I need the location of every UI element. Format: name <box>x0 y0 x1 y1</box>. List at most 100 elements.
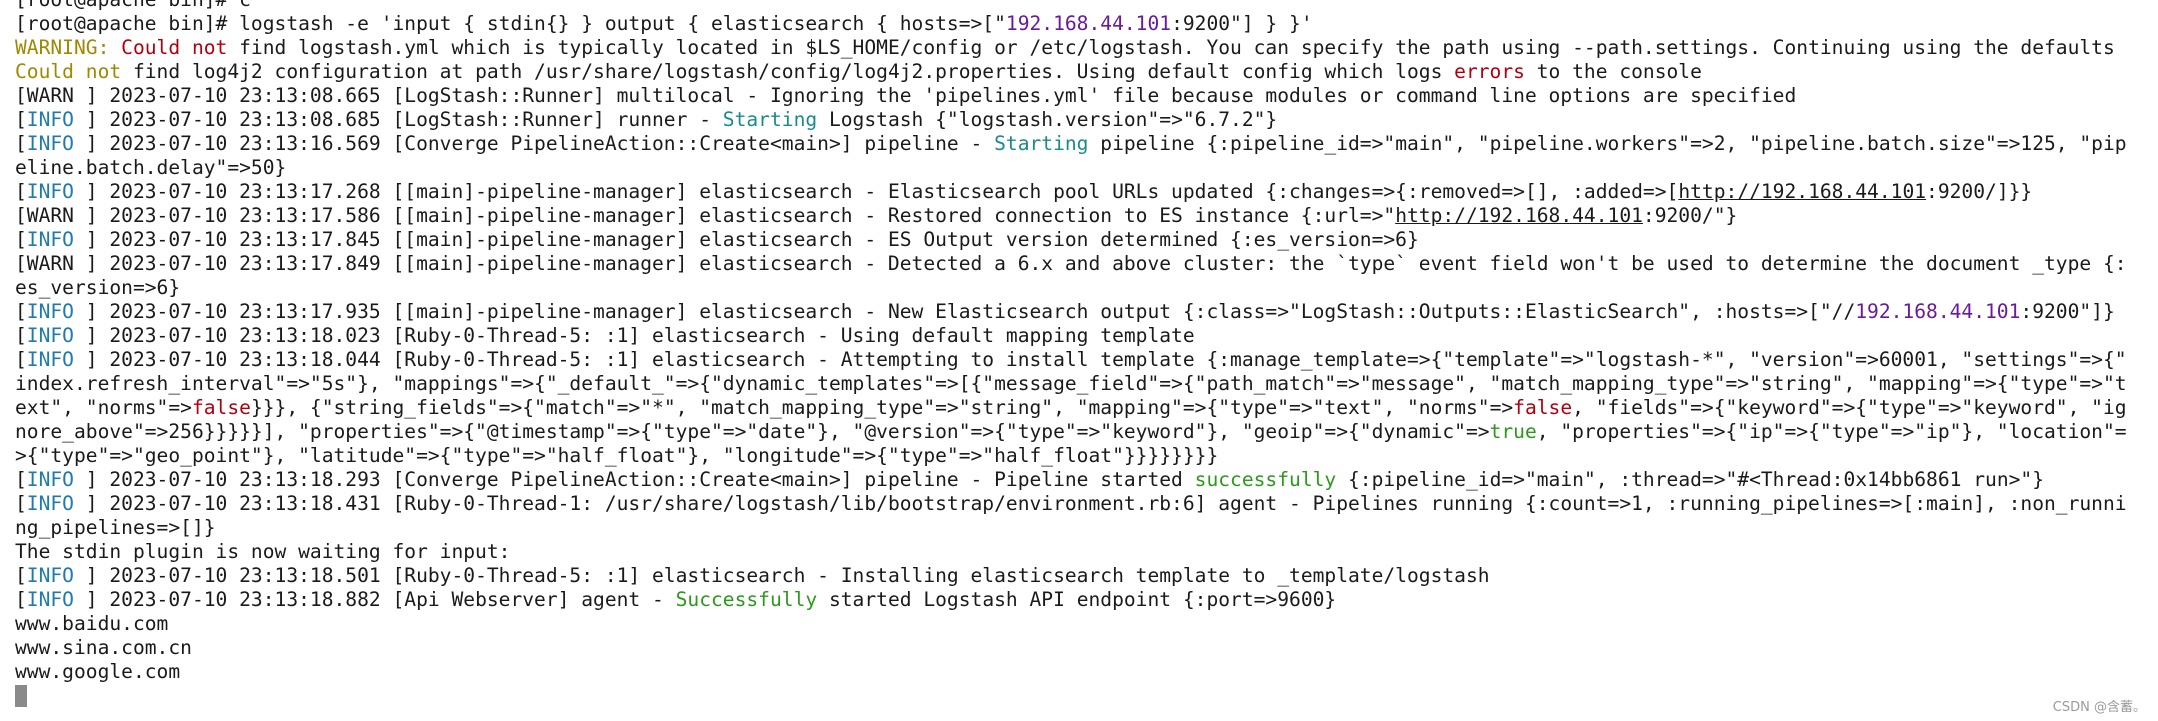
terminal-line: index.refresh_interval"=>"5s"}, "mapping… <box>15 372 2158 396</box>
terminal-window[interactable]: [root@apache bin]# c[root@apache bin]# l… <box>0 0 2158 721</box>
terminal-line: WARNING: Could not find logstash.yml whi… <box>15 36 2158 60</box>
terminal-line: [INFO ] 2023-07-10 23:13:16.569 [Converg… <box>15 132 2158 156</box>
terminal-line: nore_above"=>256}}}}}], "properties"=>{"… <box>15 420 2158 444</box>
terminal-text: INFO <box>26 300 74 323</box>
terminal-text: INFO <box>26 588 74 611</box>
terminal-text: ] 2023-07-10 23:13:18.044 [Ruby-0-Thread… <box>73 348 2127 371</box>
terminal-text: ] 2023-07-10 23:13:18.023 [Ruby-0-Thread… <box>73 324 1195 347</box>
terminal-text: [ <box>15 108 27 131</box>
terminal-text: [ <box>15 348 27 371</box>
terminal-text: eline.batch.delay"=>50} <box>15 156 287 179</box>
terminal-text: INFO <box>26 468 74 491</box>
terminal-line: [WARN ] 2023-07-10 23:13:17.586 [[main]-… <box>15 204 2158 228</box>
terminal-text: INFO <box>26 348 74 371</box>
terminal-text: www.sina.com.cn <box>15 636 192 659</box>
terminal-text: ] 2023-07-10 23:13:17.268 [[main]-pipeli… <box>73 180 1679 203</box>
terminal-text: ] 2023-07-10 23:13:18.293 [Converge Pipe… <box>73 468 1195 491</box>
terminal-line: [INFO ] 2023-07-10 23:13:18.501 [Ruby-0-… <box>15 564 2158 588</box>
terminal-text: [ <box>15 180 27 203</box>
terminal-line: [INFO ] 2023-07-10 23:13:18.882 [Api Web… <box>15 588 2158 612</box>
terminal-text: [ <box>15 468 27 491</box>
terminal-text: ] 2023-07-10 23:13:16.569 [Converge Pipe… <box>73 132 995 155</box>
terminal-link[interactable]: http://192.168.44.101 <box>1395 204 1643 227</box>
terminal-text: ng_pipelines=>[]} <box>15 516 216 539</box>
terminal-text: Starting <box>994 132 1089 155</box>
terminal-text: pipeline {:pipeline_id=>"main", "pipelin… <box>1088 132 2127 155</box>
terminal-text: Could not <box>15 60 122 83</box>
terminal-text: [ <box>15 588 27 611</box>
terminal-line: www.sina.com.cn <box>15 636 2158 660</box>
terminal-line: [INFO ] 2023-07-10 23:13:17.845 [[main]-… <box>15 228 2158 252</box>
terminal-line: [root@apache bin]# logstash -e 'input { … <box>15 12 2158 36</box>
terminal-text: nore_above"=>256}}}}}], "properties"=>{"… <box>15 420 1490 443</box>
terminal-line: eline.batch.delay"=>50} <box>15 156 2158 180</box>
terminal-text: ] 2023-07-10 23:13:18.501 [Ruby-0-Thread… <box>73 564 1490 587</box>
terminal-text: 192.168.44.101 <box>1855 300 2021 323</box>
terminal-line: [WARN ] 2023-07-10 23:13:08.665 [LogStas… <box>15 84 2158 108</box>
terminal-text: WARNING: <box>15 36 122 59</box>
terminal-text: false <box>1513 396 1573 419</box>
terminal-line: es_version=>6} <box>15 276 2158 300</box>
terminal-line: www.baidu.com <box>15 612 2158 636</box>
terminal-text: es_version=>6} <box>15 276 181 299</box>
terminal-line: [INFO ] 2023-07-10 23:13:17.935 [[main]-… <box>15 300 2158 324</box>
terminal-line: [INFO ] 2023-07-10 23:13:18.293 [Converg… <box>15 468 2158 492</box>
terminal-text: }}}, {"string_fields"=>{"match"=>"*", "m… <box>250 396 1514 419</box>
terminal-text: false <box>191 396 251 419</box>
terminal-text: INFO <box>26 564 74 587</box>
terminal-text: :9200/]}} <box>1926 180 2033 203</box>
terminal-text: , "properties"=>{"ip"=>{"type"=>"ip"}, "… <box>1536 420 2127 443</box>
text-cursor <box>15 685 27 707</box>
terminal-text: Starting <box>722 108 818 131</box>
terminal-text: [root@apache bin]# c <box>15 0 251 11</box>
terminal-text: ] 2023-07-10 23:13:17.845 [[main]-pipeli… <box>73 228 1419 251</box>
terminal-line: >{"type"=>"geo_point"}, "latitude"=>{"ty… <box>15 444 2158 468</box>
terminal-text: >{"type"=>"geo_point"}, "latitude"=>{"ty… <box>15 444 1219 467</box>
terminal-text: Logstash {"logstash.version"=>"6.7.2"} <box>817 108 1278 131</box>
terminal-line: [WARN ] 2023-07-10 23:13:17.849 [[main]-… <box>15 252 2158 276</box>
terminal-line: [INFO ] 2023-07-10 23:13:18.044 [Ruby-0-… <box>15 348 2158 372</box>
terminal-line: Could not find log4j2 configuration at p… <box>15 60 2158 84</box>
terminal-line: [INFO ] 2023-07-10 23:13:18.023 [Ruby-0-… <box>15 324 2158 348</box>
terminal-text: [ <box>15 228 27 251</box>
terminal-line: ext", "norms"=>false}}}, {"string_fields… <box>15 396 2158 420</box>
terminal-text: find logstash.yml which is typically loc… <box>227 36 2115 59</box>
terminal-text: Successfully <box>675 588 818 611</box>
terminal-text: :9200"] } }' <box>1171 12 1313 35</box>
prompt-line[interactable] <box>15 684 2158 708</box>
terminal-line: [INFO ] 2023-07-10 23:13:17.268 [[main]-… <box>15 180 2158 204</box>
terminal-text: ] 2023-07-10 23:13:08.685 [LogStash::Run… <box>73 108 723 131</box>
terminal-text: [ <box>15 492 27 515</box>
terminal-text: INFO <box>26 108 74 131</box>
terminal-text: The stdin plugin is now waiting for inpu… <box>15 540 511 563</box>
terminal-text: ] 2023-07-10 23:13:17.935 [[main]-pipeli… <box>73 300 1856 323</box>
terminal-text: :9200"]} <box>2020 300 2115 323</box>
terminal-text: :9200/"} <box>1642 204 1738 227</box>
terminal-text: Could not <box>121 36 228 59</box>
terminal-text: [ <box>15 300 27 323</box>
terminal-link[interactable]: http://192.168.44.101 <box>1678 180 1926 203</box>
terminal-line: The stdin plugin is now waiting for inpu… <box>15 540 2158 564</box>
terminal-line: [INFO ] 2023-07-10 23:13:08.685 [LogStas… <box>15 108 2158 132</box>
terminal-text: [root@apache bin]# logstash -e 'input { … <box>15 12 1006 35</box>
terminal-text: ] 2023-07-10 23:13:18.431 [Ruby-0-Thread… <box>73 492 2127 515</box>
terminal-output: [root@apache bin]# c[root@apache bin]# l… <box>15 0 2158 708</box>
terminal-text: [WARN ] 2023-07-10 23:13:17.586 [[main]-… <box>15 204 1396 227</box>
terminal-text: www.baidu.com <box>15 612 169 635</box>
terminal-text: true <box>1489 420 1537 443</box>
terminal-line: www.google.com <box>15 660 2158 684</box>
terminal-text: 192.168.44.101 <box>1005 12 1172 35</box>
terminal-text: errors <box>1454 60 1525 83</box>
terminal-text: {:pipeline_id=>"main", :thread=>"#<Threa… <box>1336 468 2045 491</box>
terminal-text: [ <box>15 564 27 587</box>
terminal-text: INFO <box>26 492 74 515</box>
terminal-text: INFO <box>26 132 74 155</box>
terminal-text: , "fields"=>{"keyword"=>{"type"=>"keywor… <box>1572 396 2127 419</box>
terminal-text: [WARN ] 2023-07-10 23:13:17.849 [[main]-… <box>15 252 2127 275</box>
terminal-line: ng_pipelines=>[]} <box>15 516 2158 540</box>
watermark: CSDN @含蓄。 <box>2052 700 2146 715</box>
terminal-text: INFO <box>26 180 74 203</box>
terminal-text: [WARN ] 2023-07-10 23:13:08.665 [LogStas… <box>15 84 1797 107</box>
terminal-text: www.google.com <box>15 660 181 683</box>
terminal-text: [ <box>15 324 27 347</box>
